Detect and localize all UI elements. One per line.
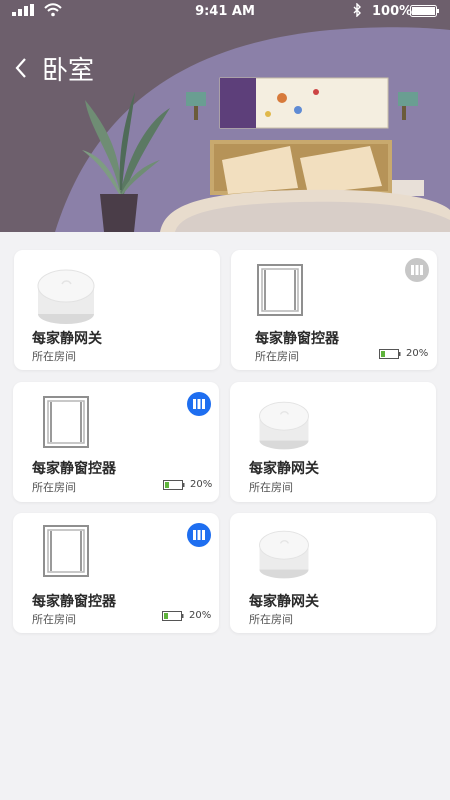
- window-controller-device-icon: [43, 525, 89, 577]
- curtain-status-badge[interactable]: [187, 523, 211, 547]
- curtain-icon: [193, 399, 205, 409]
- device-room: 所在房间: [249, 481, 293, 494]
- gateway-device-icon: [37, 269, 95, 324]
- battery-status: 20%: [379, 348, 428, 359]
- battery-label: 20%: [189, 610, 212, 621]
- nav-bar: 卧室: [14, 50, 94, 86]
- device-card-gateway[interactable]: 每家静网关 所在房间: [14, 250, 220, 370]
- battery-level-icon: [163, 479, 185, 490]
- device-name: 每家静窗控器: [32, 461, 116, 477]
- device-card-gateway[interactable]: 每家静网关 所在房间: [230, 382, 436, 502]
- room-header: 9:41 AM 100% 卧室: [0, 0, 450, 232]
- bedroom-illustration: [55, 27, 450, 232]
- page-title: 卧室: [42, 55, 95, 86]
- battery-level-icon: [379, 348, 401, 359]
- device-card-window-controller[interactable]: 每家静窗控器 所在房间 20%: [231, 250, 437, 370]
- bluetooth-icon: [352, 2, 362, 21]
- device-room: 所在房间: [32, 613, 76, 626]
- device-card-window-controller[interactable]: 每家静窗控器 所在房间 20%: [13, 382, 219, 502]
- window-controller-device-icon: [43, 396, 89, 448]
- device-room: 所在房间: [32, 350, 76, 363]
- device-card-gateway[interactable]: 每家静网关 所在房间: [230, 513, 436, 633]
- device-room: 所在房间: [249, 613, 293, 626]
- device-room: 所在房间: [32, 481, 76, 494]
- battery-percentage: 100%: [372, 4, 413, 19]
- back-arrow-icon[interactable]: [14, 53, 36, 83]
- battery-icon: [410, 5, 440, 21]
- curtain-status-badge[interactable]: [187, 392, 211, 416]
- battery-label: 20%: [190, 479, 213, 490]
- device-name: 每家静窗控器: [255, 331, 339, 347]
- device-name: 每家静网关: [249, 461, 319, 477]
- gateway-device-icon: [259, 401, 309, 450]
- battery-label: 20%: [406, 348, 429, 359]
- device-room: 所在房间: [255, 350, 299, 363]
- window-controller-device-icon: [257, 264, 303, 316]
- battery-status: 20%: [163, 479, 212, 490]
- device-name: 每家静网关: [249, 594, 319, 610]
- battery-status: 20%: [162, 610, 211, 621]
- curtain-icon: [411, 265, 423, 275]
- curtain-status-badge[interactable]: [405, 258, 429, 282]
- battery-level-icon: [162, 610, 184, 621]
- curtain-icon: [193, 530, 205, 540]
- status-bar: 9:41 AM 100%: [0, 0, 450, 24]
- device-card-window-controller[interactable]: 每家静窗控器 所在房间 20%: [13, 513, 219, 633]
- device-name: 每家静网关: [32, 331, 102, 347]
- device-name: 每家静窗控器: [32, 594, 116, 610]
- gateway-device-icon: [259, 530, 309, 579]
